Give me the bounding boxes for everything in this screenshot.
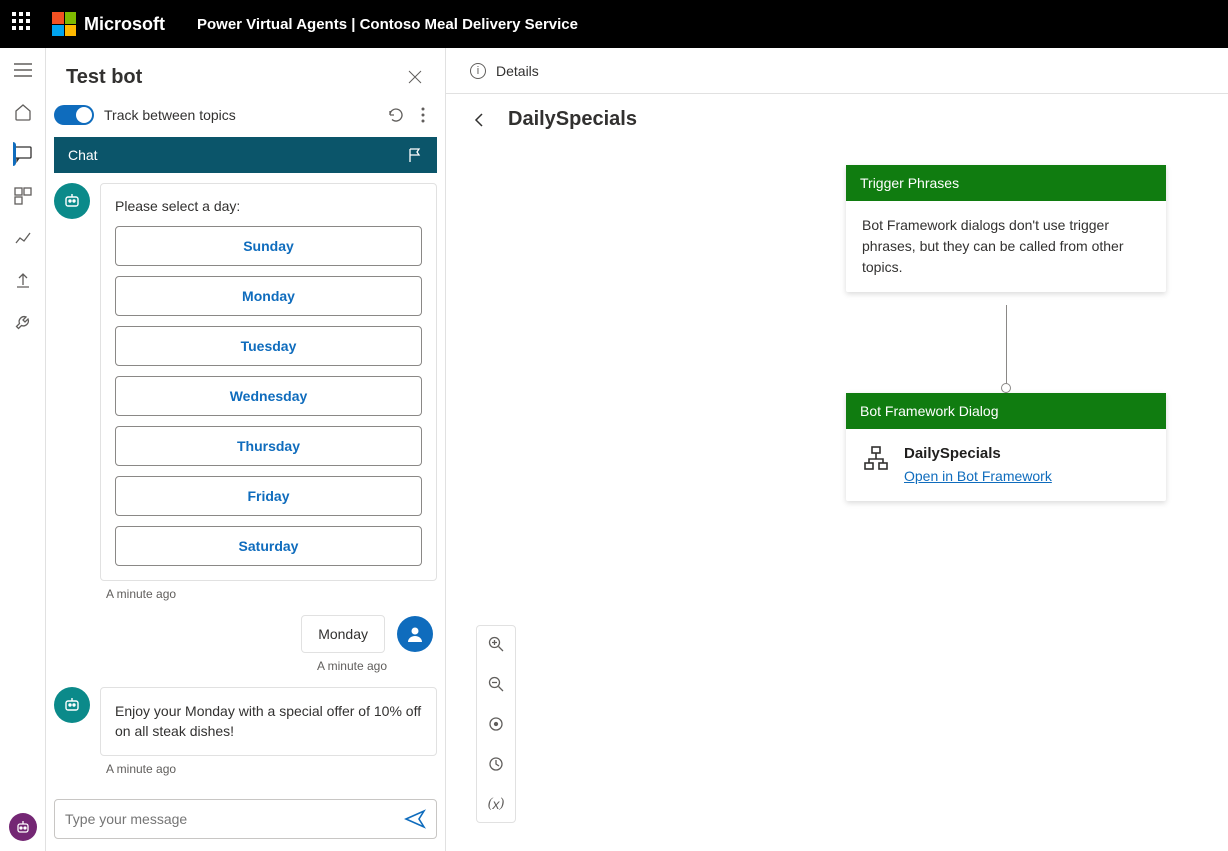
reset-icon[interactable] — [387, 106, 405, 124]
bot-avatar-icon — [54, 183, 90, 219]
bot-response-card: Enjoy your Monday with a special offer o… — [100, 687, 437, 756]
topic-title: DailySpecials — [508, 108, 637, 131]
test-bot-panel: Test bot Track between topics Chat — [46, 48, 446, 851]
connector-dot — [1001, 383, 1011, 393]
app-header: Microsoft Power Virtual Agents | Contoso… — [0, 0, 1228, 48]
connector-line — [1006, 305, 1007, 385]
app-launcher-icon[interactable] — [12, 12, 36, 36]
track-topics-toggle[interactable] — [54, 105, 94, 125]
reset-view-icon[interactable] — [486, 754, 506, 774]
settings-icon[interactable] — [13, 312, 33, 332]
bot-response-text: Enjoy your Monday with a special offer o… — [115, 702, 422, 741]
bot-control-icon[interactable] — [9, 813, 37, 841]
authoring-canvas[interactable]: Trigger Phrases Bot Framework dialogs do… — [446, 145, 1228, 851]
trigger-node-body: Bot Framework dialogs don't use trigger … — [846, 201, 1166, 292]
info-icon[interactable]: i — [470, 63, 486, 79]
analytics-icon[interactable] — [13, 228, 33, 248]
dialog-name: DailySpecials — [904, 443, 1052, 466]
user-message: Monday — [301, 615, 385, 653]
topics-icon[interactable] — [13, 186, 33, 206]
flag-icon[interactable] — [407, 147, 423, 163]
close-icon[interactable] — [407, 69, 425, 87]
bot-avatar-icon — [54, 687, 90, 723]
app-title: Power Virtual Agents | Contoso Meal Deli… — [197, 16, 578, 33]
option-monday[interactable]: Monday — [115, 276, 422, 316]
chat-tab-label: Chat — [68, 147, 98, 163]
timestamp-2: A minute ago — [54, 659, 387, 673]
more-icon[interactable] — [421, 107, 425, 123]
chat-tab[interactable]: Chat — [54, 137, 437, 173]
back-arrow-icon[interactable] — [470, 111, 488, 129]
variables-icon[interactable]: (x) — [486, 794, 506, 814]
track-topics-label: Track between topics — [104, 107, 236, 123]
trigger-phrases-node[interactable]: Trigger Phrases Bot Framework dialogs do… — [846, 165, 1166, 292]
option-tuesday[interactable]: Tuesday — [115, 326, 422, 366]
zoom-in-icon[interactable] — [486, 634, 506, 654]
details-label[interactable]: Details — [496, 63, 539, 79]
microsoft-logo: Microsoft — [52, 12, 165, 36]
left-nav-rail — [0, 48, 46, 851]
trigger-node-header: Trigger Phrases — [846, 165, 1166, 201]
authoring-canvas-area: i Details DailySpecials Trigger Phrases … — [446, 48, 1228, 851]
test-panel-title: Test bot — [66, 66, 142, 89]
chat-icon[interactable] — [13, 144, 33, 164]
timestamp-1: A minute ago — [106, 587, 437, 601]
option-thursday[interactable]: Thursday — [115, 426, 422, 466]
open-bot-framework-link[interactable]: Open in Bot Framework — [904, 468, 1052, 484]
user-avatar-icon — [397, 616, 433, 652]
home-icon[interactable] — [13, 102, 33, 122]
option-wednesday[interactable]: Wednesday — [115, 376, 422, 416]
bot-framework-dialog-node[interactable]: Bot Framework Dialog DailySpecials Open … — [846, 393, 1166, 501]
brand-label: Microsoft — [84, 14, 165, 35]
option-sunday[interactable]: Sunday — [115, 226, 422, 266]
option-friday[interactable]: Friday — [115, 476, 422, 516]
canvas-top-bar: i Details — [446, 48, 1228, 94]
bot-message-card: Please select a day: Sunday Monday Tuesd… — [100, 183, 437, 581]
fit-icon[interactable] — [486, 714, 506, 734]
message-input-bar — [54, 799, 437, 839]
hamburger-icon[interactable] — [13, 60, 33, 80]
prompt-text: Please select a day: — [115, 198, 422, 214]
chat-scroll-area[interactable]: Please select a day: Sunday Monday Tuesd… — [46, 173, 445, 789]
option-saturday[interactable]: Saturday — [115, 526, 422, 566]
zoom-toolbar: (x) — [476, 625, 516, 823]
dialog-flow-icon — [862, 445, 890, 473]
dialog-node-header: Bot Framework Dialog — [846, 393, 1166, 429]
send-icon[interactable] — [404, 808, 426, 830]
zoom-out-icon[interactable] — [486, 674, 506, 694]
timestamp-3: A minute ago — [106, 762, 437, 776]
message-input[interactable] — [65, 811, 404, 827]
publish-icon[interactable] — [13, 270, 33, 290]
